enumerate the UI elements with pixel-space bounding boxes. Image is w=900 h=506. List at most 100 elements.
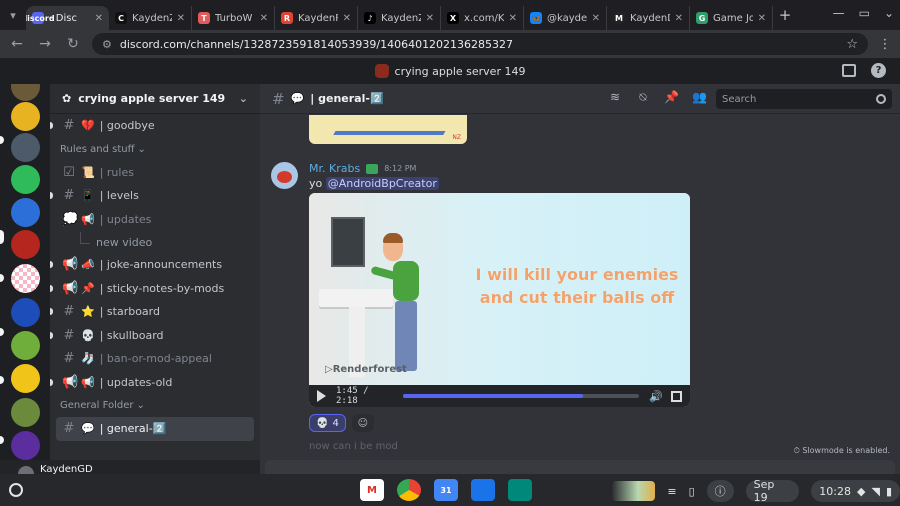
calendar-icon[interactable]: 31 bbox=[434, 479, 458, 501]
channel-item[interactable]: 💭 📢 | updates bbox=[50, 208, 260, 232]
server-icon[interactable] bbox=[11, 264, 40, 293]
previous-image-attachment[interactable]: NZ bbox=[309, 115, 467, 144]
site-info-icon[interactable]: ⚙ bbox=[102, 38, 112, 51]
browser-tab[interactable]: R KaydenR ✕ bbox=[275, 6, 358, 30]
gmail-icon[interactable]: M bbox=[360, 479, 384, 501]
channel-item[interactable]: # 💬 | general-2️⃣ bbox=[56, 417, 254, 441]
tab-close-icon[interactable]: ✕ bbox=[675, 13, 683, 24]
thread-item[interactable]: new video bbox=[50, 231, 260, 253]
tab-close-icon[interactable]: ✕ bbox=[509, 13, 517, 24]
channel-category[interactable]: Rules and stuff ⌄ bbox=[50, 138, 260, 161]
tab-close-icon[interactable]: ✕ bbox=[758, 13, 766, 24]
video-player[interactable]: I will kill your enemies and cut their b… bbox=[309, 193, 690, 407]
user-mention[interactable]: @AndroidBpCreator bbox=[325, 177, 439, 190]
unread-pill bbox=[0, 328, 4, 336]
address-bar[interactable]: ⚙ discord.com/channels/13287235918140539… bbox=[92, 33, 868, 55]
quick-settings-button[interactable]: 10:28 ◆ ◥ ▮ bbox=[811, 480, 900, 502]
channel-item[interactable]: # 🧦 | ban-or-mod-appeal bbox=[50, 347, 260, 371]
server-icon[interactable] bbox=[11, 84, 40, 101]
browser-menu-icon[interactable]: ⋮ bbox=[878, 37, 892, 52]
inbox-icon[interactable] bbox=[842, 64, 856, 77]
threads-icon[interactable]: ≋ bbox=[608, 90, 622, 104]
user-panel[interactable]: KaydenGD bbox=[0, 460, 260, 474]
date-button[interactable]: Sep 19 bbox=[745, 478, 800, 504]
browser-tab[interactable]: 🦋 @kayden ✕ bbox=[524, 6, 607, 30]
channel-category[interactable]: General Folder ⌄ bbox=[50, 394, 260, 417]
browser-tab[interactable]: ♪ KaydenZ ✕ bbox=[358, 6, 441, 30]
maximize-icon[interactable]: ▭ bbox=[859, 6, 870, 20]
browser-tab[interactable]: T TurboW ✕ bbox=[192, 6, 275, 30]
unread-indicator bbox=[50, 331, 53, 339]
play-icon[interactable] bbox=[317, 390, 326, 402]
volume-icon[interactable]: 🔊 bbox=[649, 390, 663, 403]
browser-tab[interactable]: C KaydenZ ✕ bbox=[109, 6, 192, 30]
server-icon[interactable] bbox=[11, 133, 40, 162]
stylus-tools-icon[interactable]: ≡ bbox=[667, 485, 676, 498]
server-icon[interactable] bbox=[11, 102, 40, 131]
minimize-icon[interactable]: — bbox=[833, 6, 845, 20]
channel-item[interactable]: # ⭐ | starboard bbox=[50, 300, 260, 324]
channel-item[interactable]: # 💀 | skullboard bbox=[50, 324, 260, 348]
channel-item[interactable]: 📢 📌 | sticky-notes-by-mods bbox=[50, 277, 260, 301]
message-author[interactable]: Mr. Krabs bbox=[309, 162, 360, 175]
chrome-icon[interactable] bbox=[397, 479, 421, 501]
reload-icon[interactable]: ↻ bbox=[64, 36, 82, 52]
member-list-icon[interactable]: 👥 bbox=[692, 90, 707, 104]
pin-icon[interactable]: 📌 bbox=[664, 90, 679, 104]
holding-space-thumbnail[interactable] bbox=[612, 481, 656, 501]
search-input[interactable]: Search bbox=[716, 89, 892, 109]
server-icon[interactable] bbox=[11, 331, 40, 360]
server-icon[interactable] bbox=[11, 298, 40, 327]
browser-tab[interactable]: discord- Disc ✕ bbox=[26, 6, 109, 30]
tab-search-icon[interactable]: ▾ bbox=[0, 0, 26, 30]
tab-close-icon[interactable]: ✕ bbox=[95, 13, 103, 24]
message-composer[interactable] bbox=[265, 460, 895, 474]
server-icon[interactable] bbox=[11, 364, 40, 393]
tab-close-icon[interactable]: ✕ bbox=[426, 13, 434, 24]
fullscreen-icon[interactable] bbox=[671, 390, 682, 402]
tab-close-icon[interactable]: ✕ bbox=[177, 13, 185, 24]
notification-button[interactable]: ⓘ bbox=[706, 480, 734, 502]
add-reaction-button[interactable]: ☺ bbox=[351, 414, 374, 432]
browser-tab[interactable]: M KaydenD ✕ bbox=[607, 6, 690, 30]
back-icon[interactable]: ← bbox=[8, 36, 26, 52]
channel-item[interactable]: ☑ 📜 | rules bbox=[50, 161, 260, 185]
meet-icon[interactable] bbox=[508, 479, 532, 501]
avatar[interactable] bbox=[18, 466, 34, 474]
server-header[interactable]: ✿ crying apple server 149 ⌄ bbox=[50, 84, 260, 114]
unread-pill bbox=[0, 436, 4, 444]
forward-icon[interactable]: → bbox=[36, 36, 54, 52]
server-icon[interactable] bbox=[11, 165, 40, 194]
files-icon[interactable] bbox=[471, 479, 495, 501]
chevron-down-icon: ⌄ bbox=[137, 143, 146, 155]
channel-item[interactable]: # 📱 | levels bbox=[50, 184, 260, 208]
new-tab-button[interactable]: + bbox=[773, 6, 797, 24]
channel-emoji: 📜 bbox=[81, 165, 95, 179]
unread-indicator bbox=[50, 284, 53, 292]
video-progress-bar[interactable] bbox=[403, 394, 640, 398]
browser-tab[interactable]: Xx.com/K ✕ bbox=[441, 6, 524, 30]
tab-close-icon[interactable]: ✕ bbox=[343, 13, 351, 24]
channel-item[interactable]: 📢 📣 | joke-announcements bbox=[50, 253, 260, 277]
tab-close-icon[interactable]: ✕ bbox=[592, 13, 600, 24]
channel-item[interactable]: # 💔 | goodbye bbox=[50, 114, 260, 138]
avatar[interactable] bbox=[271, 162, 298, 189]
search-placeholder: Search bbox=[722, 93, 757, 105]
tab-close-icon[interactable]: ✕ bbox=[260, 13, 268, 24]
server-icon[interactable] bbox=[11, 198, 40, 227]
help-icon[interactable]: ? bbox=[871, 63, 886, 78]
server-icon[interactable] bbox=[11, 230, 40, 259]
channel-item[interactable]: 📢 📢 | updates-old bbox=[50, 371, 260, 395]
bookmark-star-icon[interactable]: ☆ bbox=[846, 37, 858, 52]
reaction-skull[interactable]: 💀 4 bbox=[309, 414, 346, 432]
tab-overflow-icon[interactable]: ⌄ bbox=[884, 6, 894, 20]
megaphone-icon: 📢 bbox=[62, 257, 79, 273]
launcher-icon[interactable] bbox=[9, 483, 23, 497]
phone-hub-icon[interactable]: ▯ bbox=[689, 485, 695, 498]
server-icon[interactable] bbox=[11, 398, 40, 427]
crab-avatar-graphic bbox=[277, 171, 292, 183]
server-icon[interactable] bbox=[11, 431, 40, 460]
hash-icon: # bbox=[63, 118, 75, 134]
mute-bell-icon[interactable]: ⍉ bbox=[636, 90, 650, 104]
browser-tab[interactable]: G Game Jo ✕ bbox=[690, 6, 773, 30]
